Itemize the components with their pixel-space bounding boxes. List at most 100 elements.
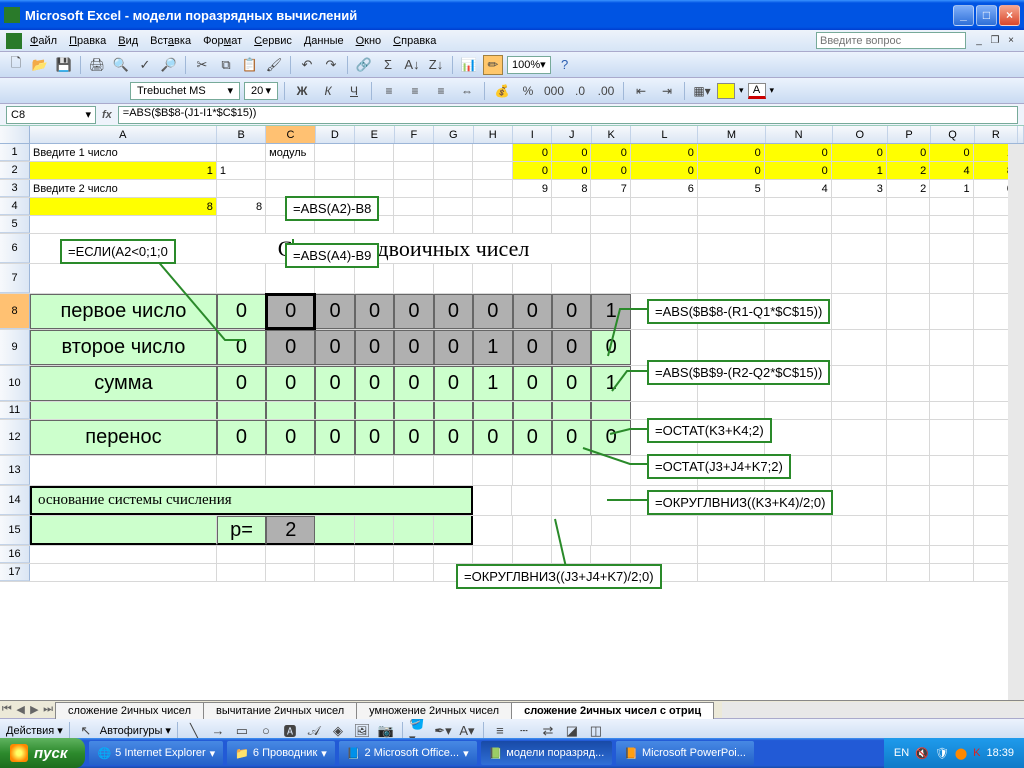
horizontal-scrollbar[interactable]	[722, 702, 1024, 718]
sheet-tab-4[interactable]: сложение 2ичных чисел с отриц	[511, 702, 714, 719]
taskbar-item-ie[interactable]: 🌐 5 Internet Explorer ▾	[89, 741, 223, 765]
col-header-E[interactable]: E	[355, 126, 394, 143]
help-button[interactable]: ?	[555, 55, 575, 75]
tab-last-button[interactable]: ⏭	[41, 703, 55, 716]
font-size-combo[interactable]: 20▾	[244, 82, 278, 100]
system-tray[interactable]: EN 🔇 🛡 ⬤ K 18:39	[884, 738, 1024, 768]
sheet-tab-2[interactable]: вычитание 2ичных чисел	[203, 702, 357, 719]
bold-button[interactable]: Ж	[291, 81, 313, 101]
research-button[interactable]: 🔎	[159, 55, 179, 75]
copy-button[interactable]: ⧉	[216, 55, 236, 75]
draw-actions-menu[interactable]: Действия ▾	[6, 724, 63, 737]
currency-button[interactable]: 💰	[491, 81, 513, 101]
taskbar-item-explorer[interactable]: 📁 6 Проводник ▾	[227, 741, 335, 765]
taskbar-item-excel[interactable]: 📗 модели поразряд...	[481, 741, 613, 765]
dec-indent-button[interactable]: ⇤	[630, 81, 652, 101]
underline-button[interactable]: Ч	[343, 81, 365, 101]
drawing-button[interactable]: ✏	[483, 55, 503, 75]
align-right-button[interactable]: ≡	[430, 81, 452, 101]
tab-first-button[interactable]: ⏮	[0, 703, 14, 716]
taskbar-item-word[interactable]: 📘 2 Microsoft Office... ▾	[339, 741, 477, 765]
inc-indent-button[interactable]: ⇥	[656, 81, 678, 101]
col-header-G[interactable]: G	[434, 126, 473, 143]
col-header-A[interactable]: A	[30, 126, 217, 143]
tray-icon[interactable]: 🔇	[915, 747, 929, 760]
menu-window[interactable]: Окно	[356, 35, 382, 47]
save-button[interactable]: 💾	[54, 55, 74, 75]
menu-edit[interactable]: Правка	[69, 35, 106, 47]
menu-help[interactable]: Справка	[393, 35, 436, 47]
col-header-D[interactable]: D	[316, 126, 355, 143]
col-header-M[interactable]: M	[698, 126, 765, 143]
col-header-Q[interactable]: Q	[931, 126, 974, 143]
undo-button[interactable]: ↶	[297, 55, 317, 75]
new-button[interactable]: 🗋	[6, 55, 26, 75]
col-header-N[interactable]: N	[766, 126, 833, 143]
font-color-button[interactable]: A	[748, 83, 766, 99]
fill-color-button[interactable]	[717, 83, 735, 99]
col-header-I[interactable]: I	[513, 126, 552, 143]
col-header-C[interactable]: C	[266, 126, 315, 143]
col-header-F[interactable]: F	[395, 126, 434, 143]
align-left-button[interactable]: ≡	[378, 81, 400, 101]
col-header-P[interactable]: P	[888, 126, 931, 143]
mdi-close-button[interactable]: ×	[1004, 34, 1018, 48]
name-box[interactable]: C8▾	[6, 106, 96, 124]
menu-view[interactable]: Вид	[118, 35, 138, 47]
tray-icon[interactable]: K	[973, 747, 980, 759]
paste-button[interactable]: 📋	[240, 55, 260, 75]
sheet-tab-3[interactable]: умножение 2ичных чисел	[356, 702, 512, 719]
print-preview-button[interactable]: 🔍	[111, 55, 131, 75]
font-name-combo[interactable]: Trebuchet MS▾	[130, 82, 240, 100]
formula-input[interactable]: =ABS($B$8-(J1-I1*$C$15))	[118, 106, 1018, 124]
tab-next-button[interactable]: ▶	[28, 703, 42, 716]
redo-button[interactable]: ↷	[321, 55, 341, 75]
window-maximize-button[interactable]: □	[976, 5, 997, 26]
chart-button[interactable]: 📊	[459, 55, 479, 75]
tab-prev-button[interactable]: ◀	[14, 703, 28, 716]
tray-icon[interactable]: 🛡	[935, 747, 949, 760]
cut-button[interactable]: ✂	[192, 55, 212, 75]
col-header-K[interactable]: K	[592, 126, 631, 143]
select-all-corner[interactable]	[0, 126, 30, 143]
worksheet-grid[interactable]: A B C D E F G H I J K L M N O P Q R 1Вве…	[0, 126, 1024, 700]
menu-file[interactable]: Файл	[30, 35, 57, 47]
merge-center-button[interactable]: ⇔	[456, 81, 478, 101]
autosum-button[interactable]: Σ	[378, 55, 398, 75]
borders-button[interactable]: ▦▾	[691, 81, 713, 101]
menu-insert[interactable]: Вставка	[150, 35, 191, 47]
italic-button[interactable]: К	[317, 81, 339, 101]
format-painter-button[interactable]: 🖌	[264, 55, 284, 75]
sort-desc-button[interactable]: Z↓	[426, 55, 446, 75]
col-header-H[interactable]: H	[474, 126, 513, 143]
window-close-button[interactable]: ×	[999, 5, 1020, 26]
mdi-minimize-button[interactable]: _	[972, 34, 986, 48]
col-header-R[interactable]: R	[975, 126, 1018, 143]
zoom-combo[interactable]: 100% ▾	[507, 56, 551, 74]
fx-icon[interactable]: fx	[102, 109, 112, 121]
percent-button[interactable]: %	[517, 81, 539, 101]
hyperlink-button[interactable]: 🔗	[354, 55, 374, 75]
mdi-restore-button[interactable]: ❐	[988, 34, 1002, 48]
sheet-tab-1[interactable]: сложение 2ичных чисел	[55, 702, 204, 719]
open-button[interactable]: 📂	[30, 55, 50, 75]
col-header-B[interactable]: B	[217, 126, 266, 143]
window-minimize-button[interactable]: _	[953, 5, 974, 26]
comma-button[interactable]: 000	[543, 81, 565, 101]
dec-decimal-button[interactable]: .00	[595, 81, 617, 101]
tray-icon[interactable]: ⬤	[955, 747, 967, 760]
spellcheck-button[interactable]: ✓	[135, 55, 155, 75]
col-header-O[interactable]: O	[833, 126, 888, 143]
menu-data[interactable]: Данные	[304, 35, 344, 47]
start-button[interactable]: пуск	[0, 738, 85, 768]
autoshapes-menu[interactable]: Автофигуры ▾	[100, 724, 171, 737]
help-search-input[interactable]	[816, 32, 966, 49]
col-header-J[interactable]: J	[552, 126, 591, 143]
tray-clock[interactable]: 18:39	[986, 747, 1014, 759]
menu-tools[interactable]: Сервис	[254, 35, 292, 47]
col-header-L[interactable]: L	[631, 126, 698, 143]
inc-decimal-button[interactable]: .0	[569, 81, 591, 101]
align-center-button[interactable]: ≡	[404, 81, 426, 101]
vertical-scrollbar[interactable]	[1008, 144, 1024, 700]
print-button[interactable]: 🖨	[87, 55, 107, 75]
